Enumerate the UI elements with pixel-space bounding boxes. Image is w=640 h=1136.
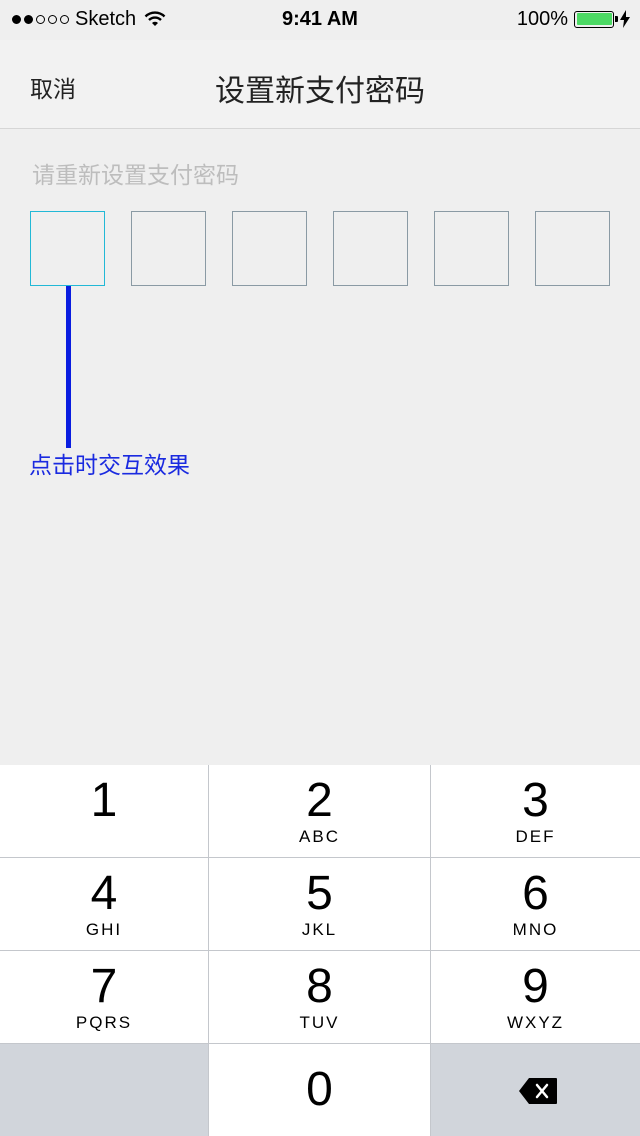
- password-prompt: 请重新设置支付密码: [32, 162, 239, 188]
- key-digit: 2: [306, 774, 333, 827]
- key-letters: PQRS: [75, 1013, 133, 1032]
- key-letters: MNO: [512, 920, 559, 939]
- annotation-label: 点击时交互效果: [29, 452, 190, 478]
- battery-fill: [576, 13, 612, 25]
- key-digit: 0: [306, 1063, 333, 1116]
- pin-digit-box[interactable]: [131, 211, 206, 286]
- key-digit: 5: [306, 867, 333, 920]
- key-digit: 7: [90, 960, 118, 1013]
- backspace-key[interactable]: [431, 1044, 640, 1136]
- key-digit: 6: [522, 867, 549, 920]
- status-bar: Sketch 9:41 AM 100%: [0, 0, 640, 40]
- page-title: 设置新支付密码: [215, 75, 425, 108]
- key-6[interactable]: 6 MNO: [431, 858, 640, 950]
- pin-digit-box[interactable]: [535, 211, 610, 286]
- key-letters: GHI: [85, 920, 123, 939]
- battery-cap: [615, 16, 618, 22]
- pin-digit-box[interactable]: [333, 211, 408, 286]
- status-right: 100%: [517, 6, 630, 32]
- pin-digit-box[interactable]: [232, 211, 307, 286]
- key-3[interactable]: 3 DEF: [431, 765, 640, 857]
- key-5[interactable]: 5 JKL: [209, 858, 430, 950]
- key-digit: 3: [522, 774, 549, 827]
- key-4[interactable]: 4 GHI: [0, 858, 208, 950]
- key-letters: TUV: [299, 1013, 340, 1032]
- key-0[interactable]: 0: [209, 1044, 430, 1136]
- key-letters: JKL: [301, 920, 338, 939]
- backspace-icon: [519, 1078, 557, 1104]
- numeric-keypad: 1 2 ABC 3 DEF 4 GHI 5 JKL 6 MNO 7 PQRS 8 TUV 9W…: [0, 765, 640, 1136]
- key-8[interactable]: 8 TUV: [209, 951, 430, 1043]
- battery-percent: 100%: [516, 7, 568, 30]
- pin-digit-box[interactable]: [434, 211, 509, 286]
- key-digit: 8: [306, 960, 333, 1013]
- cancel-button[interactable]: 取消: [30, 70, 76, 104]
- key-letters: ABC: [299, 827, 340, 846]
- key-letters: DEF: [515, 827, 556, 846]
- nav-bar: 取消 设置新支付密码: [0, 40, 640, 129]
- key-blank: [0, 1044, 208, 1136]
- key-9[interactable]: 9 WXYZ: [431, 951, 640, 1043]
- key-1[interactable]: 1: [0, 765, 208, 857]
- key-digit: 1: [90, 774, 118, 827]
- pin-input-group[interactable]: [30, 211, 610, 286]
- annotation-line: [66, 286, 71, 448]
- key-digit: 4: [90, 867, 118, 920]
- battery-icon: [574, 10, 618, 28]
- pin-digit-box[interactable]: [30, 211, 105, 286]
- charging-bolt-icon: [620, 10, 630, 28]
- key-letters: WXYZ: [506, 1013, 565, 1032]
- key-digit: 9: [522, 960, 549, 1013]
- key-2[interactable]: 2 ABC: [209, 765, 430, 857]
- key-7[interactable]: 7 PQRS: [0, 951, 208, 1043]
